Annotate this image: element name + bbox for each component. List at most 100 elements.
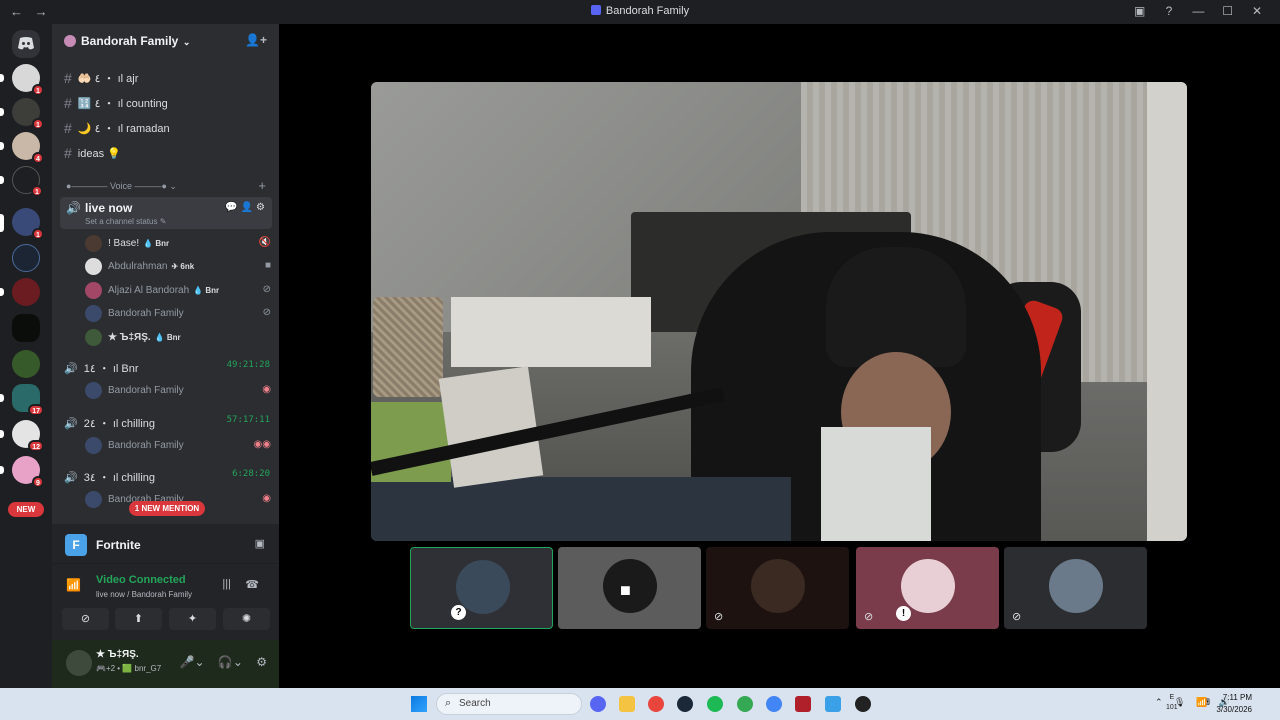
- hash-icon: #: [64, 95, 72, 111]
- voice-channel-live-now[interactable]: 🔊 live now Set a channel status ✎ 💬👤⚙: [60, 197, 272, 229]
- member-tag: 💧 Bnr: [193, 286, 220, 295]
- taskbar-clock[interactable]: 7:11 PM 3/30/2026: [1216, 692, 1252, 716]
- windows-start-icon[interactable]: [411, 696, 427, 712]
- server-icon[interactable]: 9: [12, 456, 44, 488]
- minimize-icon[interactable]: —: [1185, 4, 1211, 18]
- main-video-feed[interactable]: [371, 82, 1187, 541]
- channel-ramadan[interactable]: # 🌙 ٤ ・ ıl ramadan: [64, 120, 170, 136]
- gear-icon[interactable]: ⚙: [256, 202, 268, 213]
- disconnect-icon[interactable]: ☎: [245, 578, 259, 591]
- voice-channel-chilling-3[interactable]: 🔊 3٤ ・ ıl chilling 6:28:20: [64, 469, 270, 485]
- server-icon[interactable]: 4: [12, 132, 44, 164]
- channel-ajr[interactable]: # 🤲🏻 ٤ ・ ıl ajr: [64, 70, 138, 86]
- mention-badge: 12: [28, 440, 44, 452]
- chevron-up-icon[interactable]: ⌃: [1155, 697, 1163, 707]
- connection-status[interactable]: Video Connected: [96, 574, 186, 586]
- participant-tile[interactable]: ?: [410, 547, 553, 629]
- noise-suppression-icon[interactable]: |||: [222, 578, 231, 590]
- activities-button[interactable]: ✦: [169, 608, 216, 630]
- participant-tile[interactable]: ⊘ !: [856, 547, 999, 629]
- steam-icon[interactable]: [677, 696, 693, 712]
- server-icon[interactable]: 12: [12, 420, 44, 452]
- mic-muted-icon: ⊘: [864, 611, 874, 623]
- video-cabinet: [451, 297, 651, 367]
- voice-channel-bnr[interactable]: 🔊 1٤ ・ ıl Bnr 49:21:28: [64, 360, 270, 376]
- obs-icon[interactable]: [855, 696, 871, 712]
- wifi-icon[interactable]: 📶: [1196, 697, 1207, 707]
- avatar: [85, 282, 102, 299]
- new-unreads-pill[interactable]: NEW: [8, 502, 44, 517]
- home-button[interactable]: [12, 30, 40, 58]
- camera-off-button[interactable]: ⊘: [62, 608, 109, 630]
- inbox-icon[interactable]: ▣: [1127, 4, 1153, 18]
- server-icon[interactable]: [12, 278, 40, 306]
- chrome-icon[interactable]: [648, 696, 664, 712]
- maximize-icon[interactable]: ☐: [1215, 4, 1241, 18]
- discord-taskbar-icon[interactable]: [590, 696, 606, 712]
- microphone-icon[interactable]: 🎤⌄: [180, 655, 205, 669]
- headphones-icon[interactable]: 🎧⌄: [218, 655, 243, 669]
- discord-home-icon: [18, 37, 34, 50]
- member-tag: 💧 Bnr: [154, 333, 181, 342]
- voice-member[interactable]: Bandorah Family ⊘: [85, 305, 271, 323]
- file-explorer-icon[interactable]: [619, 696, 635, 712]
- server-icon[interactable]: [12, 244, 40, 272]
- voice-member[interactable]: Bandorah Family ◉◉: [85, 437, 271, 455]
- server-icon[interactable]: 1: [12, 208, 44, 240]
- voice-category[interactable]: ●———— Voice ———● ⌄ +: [66, 178, 266, 193]
- spotify-icon[interactable]: [707, 696, 723, 712]
- video-hood: [826, 247, 966, 367]
- invite-icon[interactable]: 👤: [241, 202, 256, 213]
- participant-tile[interactable]: ⊘: [706, 547, 849, 629]
- mic-muted-icon: ⊘: [262, 284, 271, 295]
- voice-channel-chilling[interactable]: 🔊 2٤ ・ ıl chilling 57:17:11: [64, 415, 270, 431]
- channel-ideas[interactable]: # ideas 💡: [64, 145, 121, 161]
- discord-logo-icon: [590, 5, 601, 15]
- input-language-line2: 101: [1166, 704, 1178, 711]
- voice-member[interactable]: Bandorah Family ◉: [85, 382, 271, 400]
- server-icon[interactable]: 1: [12, 166, 43, 197]
- server-icon[interactable]: 17: [12, 384, 44, 416]
- avatar[interactable]: [66, 650, 92, 676]
- server-header[interactable]: Bandorah Family ⌄ 👤+: [52, 24, 279, 59]
- chrome-profile-icon[interactable]: [737, 696, 753, 712]
- windows-taskbar: ⌕ Search ⌃ 🎙 ⌨ E 101 📶 🔊 7:11 PM 3/30/2026: [0, 688, 1280, 720]
- help-icon[interactable]: ?: [1156, 4, 1182, 18]
- server-icon[interactable]: [12, 314, 40, 342]
- new-mention-pill[interactable]: 1 NEW MENTION: [129, 501, 205, 516]
- voice-panel: F Fortnite ▣ 📶 Video Connected live now …: [52, 524, 279, 688]
- voice-member[interactable]: ★ Ъ‡ЯŞ. 💧 Bnr: [85, 329, 271, 347]
- add-channel-icon[interactable]: +: [258, 178, 266, 193]
- voice-member[interactable]: Abdulrahman ✈ 6nk ■: [85, 258, 271, 276]
- game-name: Fortnite: [96, 538, 141, 552]
- stream-game-icon[interactable]: ▣: [255, 537, 265, 550]
- server-icon[interactable]: [12, 350, 40, 378]
- user-area: ★ Ъ‡ЯŞ. 🎮+2 • 🟩 bnr_G7 🎤⌄ 🎧⌄ ⚙: [52, 640, 279, 688]
- channel-status[interactable]: Set a channel status ✎: [85, 217, 166, 226]
- chat-icon[interactable]: 💬: [225, 202, 240, 213]
- speaker-icon: 🔊: [66, 201, 81, 215]
- participant-tile[interactable]: ⊘: [1004, 547, 1147, 629]
- fortnite-taskbar-icon[interactable]: [825, 696, 841, 712]
- screen-share-button[interactable]: ⬆: [115, 608, 162, 630]
- hash-icon: #: [64, 145, 72, 161]
- server-icon[interactable]: 1: [12, 98, 44, 130]
- participant-tile[interactable]: ■: [558, 547, 701, 629]
- member-name: ! Base!: [108, 238, 140, 249]
- input-language[interactable]: E 101: [1166, 693, 1178, 713]
- server-icon[interactable]: 1: [12, 64, 44, 96]
- user-controls: 🎤⌄ 🎧⌄ ⚙: [170, 655, 267, 669]
- settings-gear-icon[interactable]: ⚙: [256, 655, 267, 669]
- soundboard-button[interactable]: ✺: [223, 608, 270, 630]
- app-x-icon[interactable]: [795, 696, 811, 712]
- channel-counting[interactable]: # 🔢 ٤ ・ ıl counting: [64, 95, 168, 111]
- user-display-name[interactable]: ★ Ъ‡ЯŞ.: [96, 649, 139, 660]
- taskbar-search[interactable]: ⌕ Search: [436, 693, 582, 715]
- chrome-profile-icon[interactable]: [766, 696, 782, 712]
- voice-member[interactable]: Aljazi Al Bandorah 💧 Bnr ⊘: [85, 282, 271, 300]
- close-icon[interactable]: ✕: [1244, 4, 1270, 18]
- connection-location[interactable]: live now / Bandorah Family: [96, 590, 192, 599]
- invite-people-icon[interactable]: 👤+: [245, 33, 267, 47]
- avatar: [85, 329, 102, 346]
- voice-member[interactable]: ! Base! 💧 Bnr 🔇: [85, 235, 271, 253]
